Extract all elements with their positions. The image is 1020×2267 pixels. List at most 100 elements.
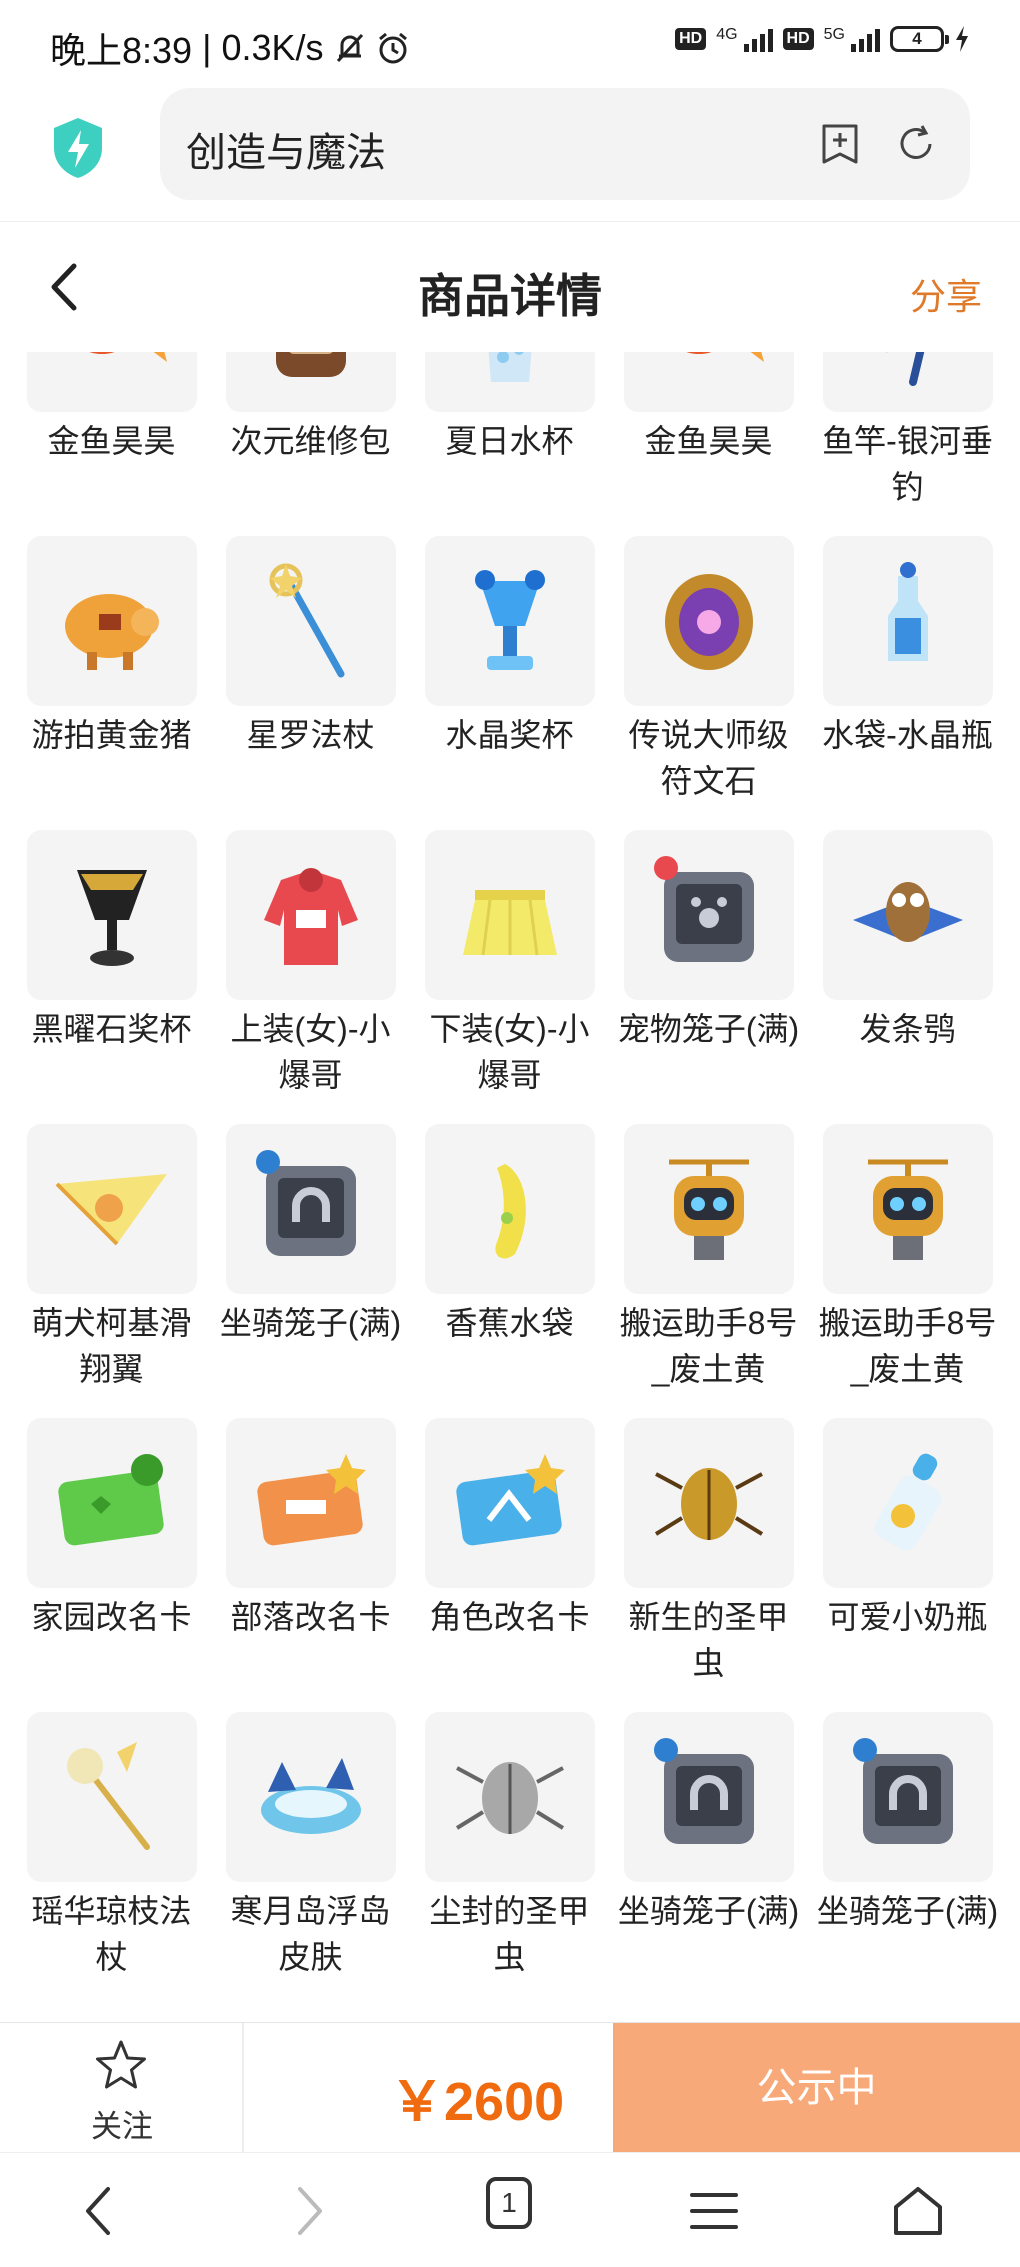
action-bar: 关注 ￥2600 公示中 [0, 2022, 1020, 2153]
item-thumbnail[interactable] [623, 830, 794, 1000]
item-card[interactable]: 发条鸮 [808, 830, 1007, 1124]
goldfish-icon [89, 352, 167, 362]
item-card[interactable]: 金鱼昊昊 [609, 352, 808, 536]
share-button[interactable]: 分享 [910, 268, 982, 320]
item-card[interactable]: 水晶奖杯 [410, 536, 609, 830]
item-grid-viewport[interactable]: 金鱼昊昊 次元维修包 夏日水杯 金鱼昊昊 鱼竿-银河垂钓 游拍黄金猪 星罗法杖 水晶奖杯 传说大… [0, 352, 1020, 2022]
browser-bar: 创造与魔法 [0, 84, 1020, 222]
item-card[interactable]: 传说大师级符文石 [609, 536, 808, 830]
item-card[interactable]: 金鱼昊昊 [12, 352, 211, 536]
item-card[interactable]: 次元维修包 [211, 352, 410, 536]
follow-button[interactable]: 关注 [0, 2023, 244, 2153]
item-thumbnail[interactable] [822, 1712, 993, 1882]
item-thumbnail[interactable] [623, 1712, 794, 1882]
item-card[interactable]: 瑶华琼枝法杖 [12, 1712, 211, 2006]
item-card[interactable]: 部落改名卡 [211, 1418, 410, 1712]
item-thumbnail[interactable] [822, 1418, 993, 1588]
item-thumbnail[interactable] [623, 352, 794, 412]
item-thumbnail[interactable] [26, 1712, 197, 1882]
item-name: 香蕉水袋 [445, 1305, 574, 1341]
item-name: 角色改名卡 [429, 1599, 590, 1635]
charging-icon [956, 26, 968, 52]
item-card[interactable]: 游拍黄金猪 [12, 536, 211, 830]
item-thumbnail[interactable] [623, 1124, 794, 1294]
item-card[interactable]: 新生的圣甲虫 [609, 1418, 808, 1712]
item-thumbnail[interactable] [623, 536, 794, 706]
item-thumbnail[interactable] [822, 352, 993, 412]
item-thumbnail[interactable] [822, 1124, 993, 1294]
status-bar: 晚上8:39 | 0.3K/s HD 4G HD 5G 4 [0, 0, 1020, 84]
item-card[interactable]: 水袋-水晶瓶 [808, 536, 1007, 830]
menu-icon[interactable] [684, 2181, 744, 2241]
item-card[interactable]: 可爱小奶瓶 [808, 1418, 1007, 1712]
item-thumbnail[interactable] [225, 352, 396, 412]
alarm-icon [378, 32, 407, 64]
rename-card-blue-icon [455, 1454, 565, 1546]
item-thumbnail[interactable] [26, 536, 197, 706]
item-card[interactable]: 香蕉水袋 [410, 1124, 609, 1418]
star-icon [96, 2040, 146, 2089]
item-thumbnail[interactable] [225, 830, 396, 1000]
add-bookmark-icon[interactable] [818, 122, 862, 166]
item-card[interactable]: 下装(女)-小爆哥 [410, 830, 609, 1124]
robot-icon [867, 1159, 948, 1260]
clock: 晚上8:39 [50, 30, 193, 71]
item-card[interactable]: 坐骑笼子(满) [808, 1712, 1007, 2006]
item-thumbnail[interactable] [225, 1124, 396, 1294]
shield-icon[interactable] [50, 116, 106, 180]
item-thumbnail[interactable] [424, 830, 595, 1000]
item-thumbnail[interactable] [26, 352, 197, 412]
item-card[interactable]: 角色改名卡 [410, 1418, 609, 1712]
mount-cage-icon [653, 1738, 754, 1844]
item-card[interactable]: 星罗法杖 [211, 536, 410, 830]
item-thumbnail[interactable] [26, 830, 197, 1000]
item-thumbnail[interactable] [26, 1124, 197, 1294]
item-card[interactable]: 坐骑笼子(满) [211, 1124, 410, 1418]
item-thumbnail[interactable] [225, 1712, 396, 1882]
publicity-status-button[interactable]: 公示中 [613, 2023, 1020, 2153]
item-card[interactable]: 上装(女)-小爆哥 [211, 830, 410, 1124]
item-card[interactable]: 寒月岛浮岛皮肤 [211, 1712, 410, 2006]
item-card[interactable]: 坐骑笼子(满) [609, 1712, 808, 2006]
status-left: 晚上8:39 | 0.3K/s [50, 22, 410, 74]
item-card[interactable]: 搬运助手8号_废土黄 [808, 1124, 1007, 1418]
browser-nav-bar: 1 [0, 2152, 1020, 2267]
item-thumbnail[interactable] [26, 1418, 197, 1588]
item-name: 水袋-水晶瓶 [822, 717, 993, 753]
robot-icon [668, 1159, 749, 1260]
home-icon[interactable] [888, 2181, 948, 2241]
item-thumbnail[interactable] [424, 1712, 595, 1882]
item-card[interactable]: 鱼竿-银河垂钓 [808, 352, 1007, 536]
item-card[interactable]: 宠物笼子(满) [609, 830, 808, 1124]
item-card[interactable]: 尘封的圣甲虫 [410, 1712, 609, 2006]
item-thumbnail[interactable] [424, 1418, 595, 1588]
signal-4g-icon [743, 26, 773, 52]
item-thumbnail[interactable] [623, 1418, 794, 1588]
item-thumbnail[interactable] [424, 352, 595, 412]
item-card[interactable]: 搬运助手8号_废土黄 [609, 1124, 808, 1418]
item-thumbnail[interactable] [424, 1124, 595, 1294]
address-text[interactable]: 创造与魔法 [186, 120, 386, 178]
item-name: 星罗法杖 [246, 717, 375, 753]
page-title: 商品详情 [418, 270, 602, 322]
item-thumbnail[interactable] [225, 1418, 396, 1588]
nav-back-icon[interactable] [70, 2181, 130, 2241]
item-thumbnail[interactable] [822, 536, 993, 706]
item-card[interactable]: 家园改名卡 [12, 1418, 211, 1712]
item-card[interactable]: 萌犬柯基滑翔翼 [12, 1124, 211, 1418]
item-thumbnail[interactable] [424, 536, 595, 706]
address-bar[interactable]: 创造与魔法 [160, 88, 970, 200]
item-thumbnail[interactable] [225, 536, 396, 706]
nav-forward-icon[interactable] [278, 2181, 338, 2241]
tabs-button[interactable]: 1 [486, 2177, 532, 2229]
item-name: 下装(女)-小爆哥 [429, 1011, 590, 1093]
page-header: 商品详情 分享 [0, 222, 1020, 352]
item-name: 萌犬柯基滑翔翼 [31, 1305, 192, 1387]
rename-card-green-icon [57, 1454, 164, 1546]
item-card[interactable]: 黑曜石奖杯 [12, 830, 211, 1124]
refresh-icon[interactable] [894, 122, 938, 166]
item-card[interactable]: 夏日水杯 [410, 352, 609, 536]
item-thumbnail[interactable] [822, 830, 993, 1000]
price: ￥2600 [390, 2072, 565, 2132]
net-5g-label: 5G [823, 26, 845, 43]
